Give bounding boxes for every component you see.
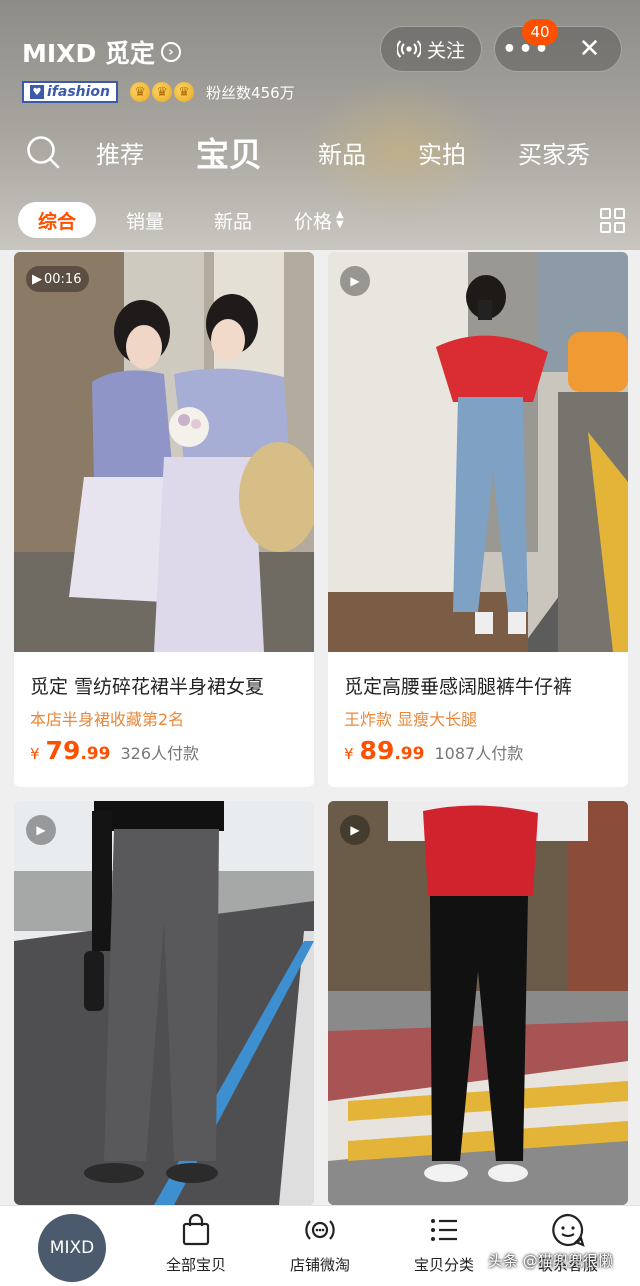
product-photo[interactable]: ▶ [14, 801, 314, 1205]
crown-rating: ♛ ♛ ♛ [130, 82, 195, 102]
nav-shop-feed-label: 店铺微淘 [289, 1256, 350, 1274]
shopping-bag-icon [182, 1213, 210, 1246]
chevron-right-icon: › [160, 42, 181, 62]
nav-all-items-label: 全部宝贝 [165, 1256, 226, 1274]
nav-categories-label: 宝贝分类 [413, 1256, 474, 1274]
product-photo[interactable]: ▶ [328, 252, 628, 652]
play-icon: ▶ [26, 815, 56, 845]
product-subtitle: 本店半身裙收藏第2名 [30, 710, 185, 729]
nav-categories[interactable]: 宝贝分类 [394, 1212, 494, 1282]
nav-shop-feed[interactable]: 店铺微淘 [270, 1212, 370, 1282]
play-icon: ▶ [32, 271, 42, 287]
filter-new[interactable]: 新品 [214, 202, 252, 238]
filter-sales[interactable]: 销量 [126, 202, 164, 238]
product-card[interactable]: ▶ 00:16 觅定 雪纺碎花裙半身裙女夏 本店半身裙收藏第2名 ¥ 79 .9… [14, 252, 314, 787]
product-price: ¥ 89 .99 1087人付款 [344, 736, 523, 765]
product-card[interactable]: ▶ 觅定高腰垂感阔腿裤牛仔裤 王炸款 显瘦大长腿 ¥ 89 .99 1087人付… [328, 252, 628, 787]
ifashion-logo-icon: ♥ [30, 85, 44, 99]
play-icon: ▶ [340, 815, 370, 845]
tab-real-shots[interactable]: 实拍 [418, 126, 466, 178]
product-card[interactable]: ▶ [328, 801, 628, 1205]
product-image-grey-jeans [14, 801, 314, 1205]
chat-face-icon [552, 1213, 585, 1247]
price-integer: 79 [45, 736, 81, 765]
tab-buyer-show[interactable]: 买家秀 [518, 126, 590, 178]
broadcast-icon [305, 1220, 335, 1240]
play-icon: ▶ [340, 266, 370, 296]
sort-arrows-icon: ▲ ▼ [336, 209, 344, 230]
list-icon [431, 1219, 457, 1241]
crown-icon: ♛ [130, 82, 151, 102]
search-icon[interactable] [25, 134, 61, 170]
paid-count: 1087人付款 [434, 744, 524, 763]
product-title[interactable]: 觅定高腰垂感阔腿裤牛仔裤 [344, 672, 572, 699]
product-photo[interactable]: ▶ 00:16 [14, 252, 314, 652]
product-image-floral-skirt [14, 252, 314, 652]
product-photo[interactable]: ▶ [328, 801, 628, 1205]
sort-filters: 综合 销量 新品 价格 ▲ ▼ [0, 202, 640, 240]
video-duration-badge: ▶ 00:16 [26, 266, 90, 292]
price-decimal: .99 [394, 744, 425, 764]
follow-button[interactable]: 关注 [380, 26, 482, 72]
currency-symbol: ¥ [344, 745, 354, 763]
shop-header: MIXD 觅定 › ♥ ifashion ♛ ♛ ♛ 粉丝数456万 关注 ••… [0, 0, 640, 250]
filter-overall[interactable]: 综合 [18, 202, 97, 238]
product-image-black-trousers [328, 801, 628, 1205]
fans-count: 粉丝数456万 [206, 83, 295, 102]
nav-all-items[interactable]: 全部宝贝 [146, 1212, 246, 1282]
bottom-nav: MIXD 全部宝贝 店铺微淘 宝贝分类 联系客服 [0, 1205, 640, 1286]
notification-badge: 40 [522, 19, 558, 45]
tab-items[interactable]: 宝贝 [196, 126, 262, 178]
filter-price[interactable]: 价格 ▲ ▼ [294, 202, 344, 238]
filter-price-label: 价格 [294, 210, 333, 233]
crown-icon: ♛ [152, 82, 173, 102]
shop-name[interactable]: MIXD 觅定 › [22, 34, 181, 70]
grid-view-icon[interactable] [600, 208, 626, 234]
tab-new[interactable]: 新品 [318, 126, 366, 178]
close-icon: ✕ [578, 34, 601, 64]
crown-icon: ♛ [174, 82, 195, 102]
follow-label: 关注 [426, 39, 465, 62]
close-button[interactable]: ✕ [558, 26, 621, 72]
product-image-wide-jeans [328, 252, 628, 652]
shop-badges: ♥ ifashion ♛ ♛ ♛ 粉丝数456万 [22, 81, 295, 103]
shop-name-text: MIXD 觅定 [22, 39, 155, 68]
shop-tabs: 推荐 宝贝 新品 实拍 买家秀 [0, 126, 640, 178]
product-title[interactable]: 觅定 雪纺碎花裙半身裙女夏 [30, 672, 264, 699]
watermark: 头条 @猫兜兜很懒 [488, 1252, 613, 1270]
tab-recommend[interactable]: 推荐 [96, 126, 144, 178]
price-integer: 89 [359, 736, 395, 765]
capsule-menu: ••• ✕ [494, 26, 622, 72]
nav-customer-service[interactable]: 联系客服 [518, 1212, 618, 1282]
product-subtitle: 王炸款 显瘦大长腿 [344, 710, 478, 729]
shop-avatar[interactable]: MIXD [38, 1214, 106, 1282]
paid-count: 326人付款 [120, 744, 200, 763]
currency-symbol: ¥ [30, 745, 40, 763]
product-card[interactable]: ▶ [14, 801, 314, 1205]
price-decimal: .99 [80, 744, 111, 764]
broadcast-icon [396, 40, 421, 58]
ifashion-label: ifashion [47, 84, 111, 100]
video-duration: 00:16 [44, 271, 82, 287]
product-price: ¥ 79 .99 326人付款 [30, 736, 199, 765]
ifashion-badge: ♥ ifashion [22, 81, 119, 103]
